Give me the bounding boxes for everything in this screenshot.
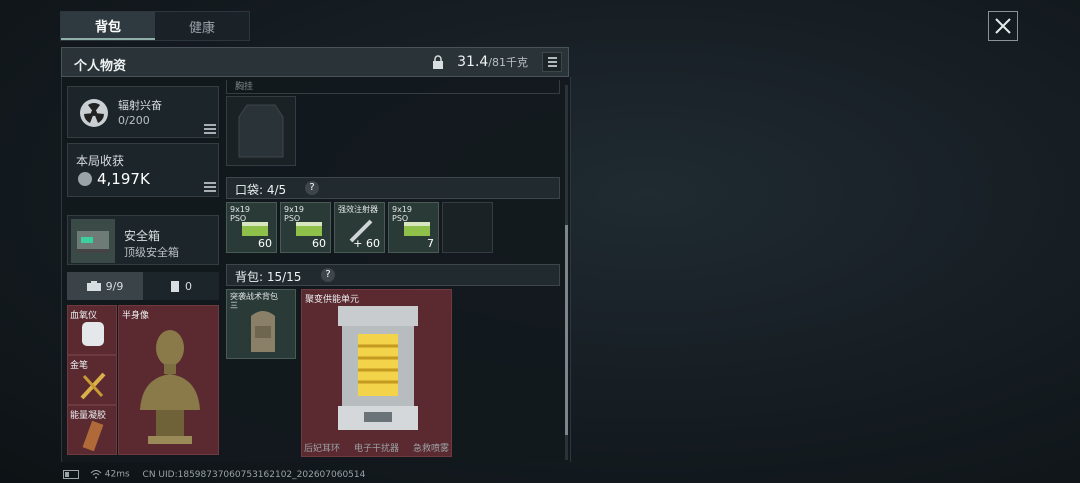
tab-container-count[interactable]: 0 — [143, 272, 219, 300]
item-name: 后妃耳环 — [304, 444, 341, 454]
header-menu-button[interactable] — [542, 52, 562, 72]
safebox-card[interactable]: 安全箱 顶级安全箱 — [67, 215, 219, 265]
radiation-label: 辐射兴奋 — [118, 99, 162, 112]
backpack-bottom-row: 后妃耳环 电子干扰器 急救喷雾 — [301, 441, 452, 457]
item-count: 60 — [258, 237, 272, 250]
item-tier: 三 — [230, 301, 238, 310]
list-icon — [548, 57, 557, 67]
weight-max: /81千克 — [488, 56, 528, 69]
fusion-cell-icon — [338, 306, 418, 430]
pocket-item[interactable]: 9x19 PSO 7 — [388, 202, 439, 253]
scrollbar-thumb[interactable] — [565, 225, 568, 435]
income-label: 本局收获 — [76, 154, 125, 168]
tab-backpack[interactable]: 背包 — [61, 12, 155, 40]
weight-value: 31.4 — [457, 54, 489, 70]
ammo-box-icon — [242, 222, 268, 236]
slot-label: 血氧仪 — [70, 311, 98, 321]
safebox-subtitle: 顶级安全箱 — [124, 246, 179, 259]
item-count: 60 — [312, 237, 326, 250]
battery-icon — [63, 469, 79, 479]
tab-equipment-count[interactable]: 9/9 — [67, 272, 143, 300]
equipment-count: 9/9 — [105, 279, 124, 293]
item-name: 急救喷雾 — [412, 444, 449, 454]
weight-lock-icon — [433, 55, 443, 69]
chest-rig-bar: 胸挂 — [226, 80, 560, 94]
energy-gel-slot[interactable]: 能量凝胶 — [67, 405, 117, 455]
radiation-icon — [80, 99, 108, 127]
close-icon — [995, 18, 1011, 34]
backpack-icon — [251, 311, 275, 352]
inventory-header: 个人物资 31.4/81千克 — [61, 47, 569, 77]
gold-pen-slot[interactable]: 金笔 — [67, 355, 117, 405]
close-button[interactable] — [988, 11, 1018, 41]
ammo-box-icon — [404, 222, 430, 236]
oximeter-slot[interactable]: 血氧仪 — [67, 305, 117, 355]
safebox-icon — [71, 219, 115, 263]
weight-readout: 31.4/81千克 — [457, 54, 528, 70]
backpack-item[interactable]: 突袭战术背包三 — [226, 289, 296, 359]
backpack-label: 背包: 15/15 — [235, 270, 302, 284]
pocket-label: 口袋: 4/5 — [235, 183, 287, 197]
item-caliber: 9x19 — [284, 205, 305, 214]
safebox-title: 安全箱 — [124, 229, 161, 243]
container-count: 0 — [185, 279, 192, 293]
top-tabs: 背包 健康 — [60, 11, 250, 41]
fusion-unit-item[interactable]: 聚变供能单元 — [301, 289, 452, 457]
status-bar: 42ms CN UID:18598737060753162102_2026070… — [63, 469, 365, 480]
radiation-card[interactable]: 辐射兴奋 0/200 — [67, 86, 219, 138]
coin-icon — [78, 172, 92, 186]
help-icon[interactable]: ? — [305, 181, 319, 195]
tab-health[interactable]: 健康 — [155, 12, 249, 40]
plus-icon: + — [353, 237, 363, 250]
bust-slot[interactable]: 半身像 — [118, 305, 219, 455]
item-name: 强效注射器 — [338, 205, 378, 214]
ammo-box-icon — [296, 222, 322, 236]
item-caliber: 9x19 — [230, 205, 251, 214]
chest-rig-slot[interactable] — [226, 96, 296, 166]
canister-icon — [171, 281, 179, 292]
income-card[interactable]: 本局收获 4,197K — [67, 143, 219, 197]
help-icon[interactable]: ? — [321, 268, 335, 282]
backpack-bar: 背包: 15/15 ? — [226, 264, 560, 286]
radiation-value: 0/200 — [118, 114, 150, 127]
item-count: + 60 — [353, 237, 380, 250]
header-title: 个人物资 — [74, 59, 127, 74]
item-count: 7 — [427, 237, 434, 250]
list-icon — [204, 182, 216, 192]
oximeter-icon — [82, 322, 104, 346]
pocket-item[interactable]: 9x19 PSO 60 — [226, 202, 277, 253]
item-name: 电子干扰器 — [353, 444, 399, 454]
pocket-bar: 口袋: 4/5 ? — [226, 177, 560, 199]
vest-icon — [238, 104, 284, 158]
ping-value: 42ms — [104, 469, 130, 480]
pocket-item[interactable]: 9x19 PSO 60 — [280, 202, 331, 253]
bust-statue-icon — [140, 330, 200, 444]
pocket-item[interactable]: 强效注射器 + 60 — [334, 202, 385, 253]
gold-pen-icon — [80, 372, 106, 400]
wifi-icon — [90, 470, 102, 479]
income-value: 4,197K — [97, 170, 150, 188]
pocket-empty-slot[interactable] — [442, 202, 493, 253]
item-caliber: 9x19 — [392, 205, 413, 214]
item-name: 突袭战术背包 — [230, 292, 278, 301]
list-icon — [204, 124, 216, 134]
energy-gel-icon — [82, 420, 104, 452]
uid-text: CN UID:18598737060753162102_202607060514 — [142, 469, 366, 480]
briefcase-icon — [86, 281, 101, 291]
chest-rig-label: 胸挂 — [235, 82, 254, 92]
inventory-subtabs: 9/9 0 — [67, 272, 219, 300]
